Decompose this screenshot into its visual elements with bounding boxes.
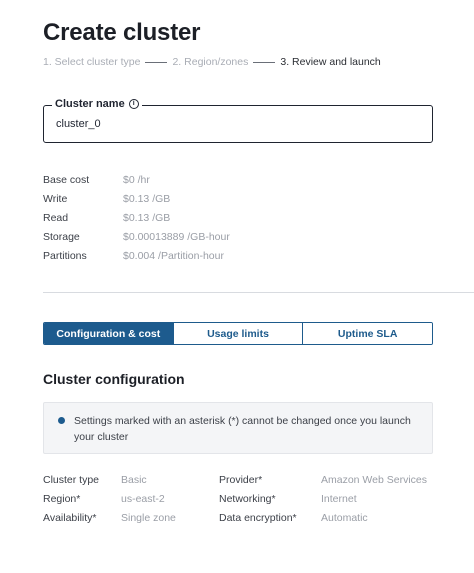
tab-configuration-cost[interactable]: Configuration & cost	[44, 323, 173, 344]
detail-label: Cluster type	[43, 474, 100, 486]
notice-text: Settings marked with an asterisk (*) can…	[74, 415, 411, 443]
step-review-launch: 3. Review and launch	[280, 56, 381, 68]
detail-value: Amazon Web Services	[321, 474, 428, 486]
cost-row: Partitions $0.004 /Partition-hour	[43, 246, 230, 265]
cost-row: Storage $0.00013889 /GB-hour	[43, 227, 230, 246]
cost-label: Partitions	[43, 249, 87, 262]
page-title: Create cluster	[43, 19, 201, 46]
step-connector	[253, 61, 276, 63]
section-divider	[43, 292, 474, 293]
step-region-zones[interactable]: 2. Region/zones	[172, 56, 248, 68]
detail-row: Cluster type Basic Provider* Amazon Web …	[43, 474, 443, 493]
cluster-name-field[interactable]: Cluster name i	[43, 98, 433, 143]
detail-row: Availability* Single zone Data encryptio…	[43, 512, 443, 531]
info-dot-icon	[58, 417, 65, 424]
cost-label: Storage	[43, 230, 80, 243]
cost-value: $0.00013889 /GB-hour	[123, 230, 230, 243]
detail-label: Provider*	[219, 474, 263, 486]
info-notice: Settings marked with an asterisk (*) can…	[43, 402, 433, 454]
cluster-details: Cluster type Basic Provider* Amazon Web …	[43, 474, 443, 531]
progress-stepper: 1. Select cluster type 2. Region/zones 3…	[43, 56, 381, 68]
info-icon[interactable]: i	[128, 99, 139, 109]
cluster-name-label: Cluster name	[55, 98, 125, 110]
detail-value: Basic	[121, 474, 147, 486]
cost-value: $0.13 /GB	[123, 192, 171, 205]
cost-value: $0.004 /Partition-hour	[123, 249, 224, 262]
config-tabs: Configuration & cost Usage limits Uptime…	[43, 322, 433, 345]
cost-row: Base cost $0 /hr	[43, 170, 230, 189]
detail-value: Automatic	[321, 512, 368, 524]
cluster-name-input[interactable]	[56, 118, 416, 130]
cost-label: Write	[43, 192, 68, 205]
cost-label: Base cost	[43, 173, 90, 186]
cost-summary: Base cost $0 /hr Write $0.13 /GB Read $0…	[43, 170, 230, 265]
tab-usage-limits[interactable]: Usage limits	[172, 323, 303, 344]
step-connector	[145, 61, 168, 63]
tab-uptime-sla[interactable]: Uptime SLA	[302, 323, 432, 344]
detail-label: Data encryption*	[219, 512, 297, 524]
detail-label: Region*	[43, 493, 81, 505]
cost-value: $0.13 /GB	[123, 211, 171, 224]
cost-label: Read	[43, 211, 69, 224]
detail-value: us-east-2	[121, 493, 165, 505]
cluster-configuration-title: Cluster configuration	[43, 371, 185, 387]
cost-value: $0 /hr	[123, 173, 150, 186]
step-select-cluster-type[interactable]: 1. Select cluster type	[43, 56, 140, 68]
detail-label: Availability*	[43, 512, 97, 524]
cluster-name-label-group: Cluster name i	[52, 98, 142, 110]
detail-value: Internet	[321, 493, 357, 505]
detail-label: Networking*	[219, 493, 276, 505]
cost-row: Read $0.13 /GB	[43, 208, 230, 227]
detail-value: Single zone	[121, 512, 176, 524]
cost-row: Write $0.13 /GB	[43, 189, 230, 208]
detail-row: Region* us-east-2 Networking* Internet	[43, 493, 443, 512]
